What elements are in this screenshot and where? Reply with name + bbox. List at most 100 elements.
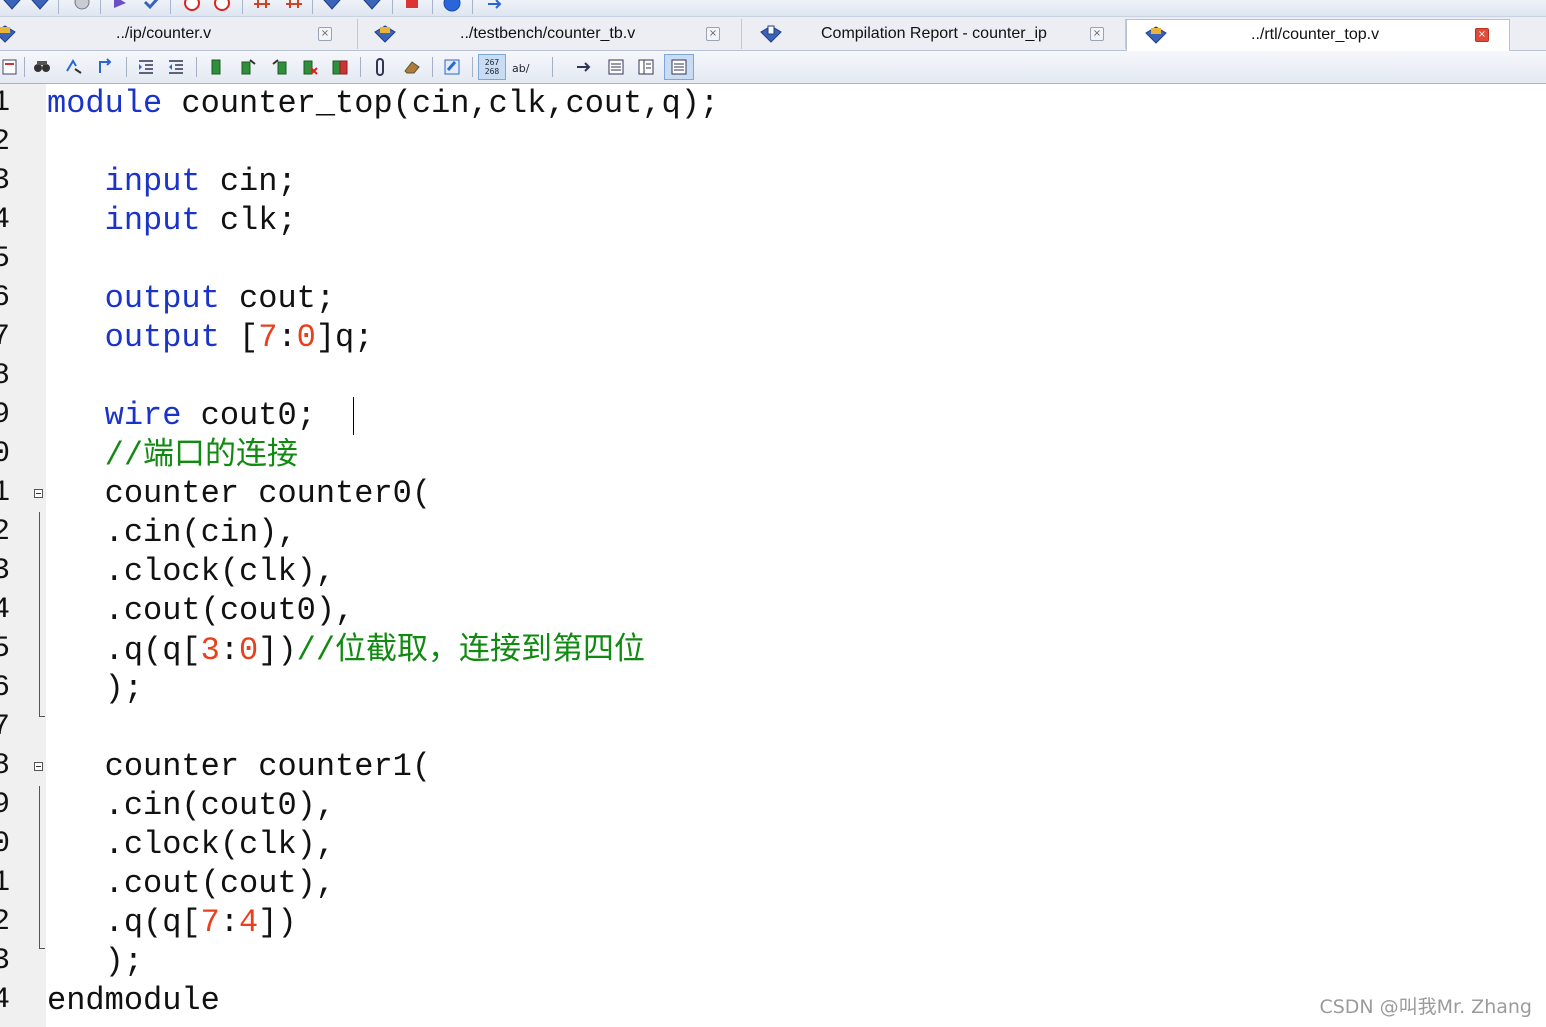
code-line-6[interactable]: output cout;: [47, 279, 335, 318]
fold-guide: [39, 786, 40, 948]
insert-template-icon[interactable]: [0, 57, 20, 77]
code-line-22[interactable]: .q(q[7:4]): [47, 903, 297, 942]
programmer-icon[interactable]: [402, 0, 422, 12]
tab-counter-v[interactable]: ../ip/counter.v ×: [0, 19, 358, 49]
bookmark-icon[interactable]: [206, 57, 226, 77]
timer-icon[interactable]: [182, 0, 202, 12]
code-line-19[interactable]: .cin(cout0),: [47, 786, 335, 825]
eraser-icon[interactable]: [402, 57, 422, 77]
window-detach-button[interactable]: [664, 54, 694, 80]
code-line-11[interactable]: counter counter0(: [47, 474, 431, 513]
diamond-icon[interactable]: [2, 0, 22, 12]
tab-label: ../rtl/counter_top.v: [1251, 26, 1380, 43]
bookmark-clear-icon[interactable]: [300, 57, 320, 77]
code-line-20[interactable]: .clock(clk),: [47, 825, 335, 864]
line-number: 5: [0, 632, 11, 666]
code-text: cout0;: [181, 397, 316, 434]
line-numbers-button[interactable]: 267 268: [478, 54, 506, 80]
fold-toggle-icon[interactable]: [34, 489, 43, 498]
check-icon[interactable]: [142, 0, 162, 12]
arrow-icon[interactable]: [484, 0, 504, 12]
attach-icon[interactable]: [370, 57, 390, 77]
code-line-7[interactable]: output [7:0]q;: [47, 318, 374, 357]
window-split-icon[interactable]: [636, 57, 656, 77]
close-icon[interactable]: ×: [1475, 28, 1489, 42]
line-number: 8: [0, 749, 11, 783]
separator: [170, 0, 171, 14]
code-line-23[interactable]: );: [47, 942, 143, 981]
netlist-icon[interactable]: [252, 0, 272, 12]
code-text: ]q;: [315, 319, 374, 356]
line-number: 3: [0, 944, 11, 978]
keyword: input: [104, 202, 201, 239]
bookmark-all-icon[interactable]: [330, 57, 350, 77]
fold-guide-end: [39, 716, 45, 717]
edit-properties-icon[interactable]: [442, 57, 462, 77]
code-line-14[interactable]: .cout(cout0),: [47, 591, 355, 630]
spell-check-button[interactable]: ab/: [512, 57, 538, 77]
fold-guide-end: [39, 948, 45, 949]
tab-counter-tb-v[interactable]: ../testbench/counter_tb.v ×: [358, 19, 742, 49]
close-icon[interactable]: ×: [706, 27, 720, 41]
code-line-10[interactable]: //端口的连接: [47, 435, 298, 474]
abc-glyph: ab/: [512, 62, 530, 75]
netlist-icon[interactable]: [284, 0, 304, 12]
indent-icon[interactable]: [136, 57, 156, 77]
code-text: endmodule: [47, 982, 220, 1019]
line-number: 1: [0, 476, 11, 510]
editor-toolbar: 267 268 ab/: [0, 51, 1546, 84]
window-icon[interactable]: [606, 57, 626, 77]
code-text: :: [277, 319, 297, 356]
bookmark-prev-icon[interactable]: [270, 57, 290, 77]
separator: [432, 0, 433, 14]
code-line-18[interactable]: counter counter1(: [47, 747, 431, 786]
diamond-icon[interactable]: [362, 0, 382, 12]
code-line-9[interactable]: wire cout0;: [47, 396, 316, 435]
document-tab-bar: ../ip/counter.v × ../testbench/counter_t…: [0, 17, 1546, 51]
code-text: .cin(cin),: [104, 514, 297, 551]
code-line-3[interactable]: input cin;: [47, 162, 297, 201]
diamond-icon[interactable]: [322, 0, 342, 12]
diamond-icon[interactable]: [30, 0, 50, 12]
code-text: [: [219, 319, 259, 356]
fold-guide: [39, 512, 40, 716]
separator: [24, 57, 25, 77]
code-line-21[interactable]: .cout(cout),: [47, 864, 335, 903]
line-number: 2: [0, 125, 11, 159]
code-line-16[interactable]: );: [47, 669, 143, 708]
find-icon[interactable]: [32, 57, 52, 77]
help-icon[interactable]: [442, 0, 462, 12]
code-text: counter counter0(: [104, 475, 432, 512]
separator: [472, 0, 473, 14]
tab-counter-top-v[interactable]: ../rtl/counter_top.v ×: [1126, 19, 1510, 51]
code-line-12[interactable]: .cin(cin),: [47, 513, 297, 552]
code-line-13[interactable]: .clock(clk),: [47, 552, 335, 591]
tab-compilation-report[interactable]: Compilation Report - counter_ip ×: [742, 19, 1126, 49]
close-icon[interactable]: ×: [318, 27, 332, 41]
keyword: output: [104, 280, 220, 317]
code-editor[interactable]: 1 2 3 4 5 6 7 8 9 0 1 2 3 4 5 6 7 8 9 0 1 2 3 4 module counter_…: [0, 84, 1546, 1027]
timer-icon[interactable]: [212, 0, 232, 12]
line-number: 3: [0, 554, 11, 588]
code-line-1[interactable]: module counter_top(cin,clk,cout,q);: [47, 84, 719, 123]
unindent-icon[interactable]: [166, 57, 186, 77]
separator: [58, 0, 59, 14]
code-line-4[interactable]: input clk;: [47, 201, 297, 240]
arrow-right-icon[interactable]: [574, 57, 594, 77]
code-text: .cin(cout0),: [104, 787, 336, 824]
device-icon[interactable]: [72, 0, 92, 12]
number-literal: 0: [239, 632, 259, 669]
code-line-15[interactable]: .q(q[3:0])//位截取，连接到第四位: [47, 630, 645, 669]
bookmark-next-icon[interactable]: [238, 57, 258, 77]
comment: //: [104, 437, 144, 474]
line-number: 6: [0, 281, 11, 315]
code-line-24[interactable]: endmodule: [47, 981, 220, 1020]
close-icon[interactable]: ×: [1090, 27, 1104, 41]
find-replace-icon[interactable]: [64, 57, 84, 77]
fold-toggle-icon[interactable]: [34, 762, 43, 771]
goto-line-icon[interactable]: [96, 57, 116, 77]
code-text: cin;: [200, 163, 297, 200]
separator: [552, 57, 553, 77]
start-icon[interactable]: [110, 0, 130, 12]
code-text: .q(q[: [104, 632, 201, 669]
